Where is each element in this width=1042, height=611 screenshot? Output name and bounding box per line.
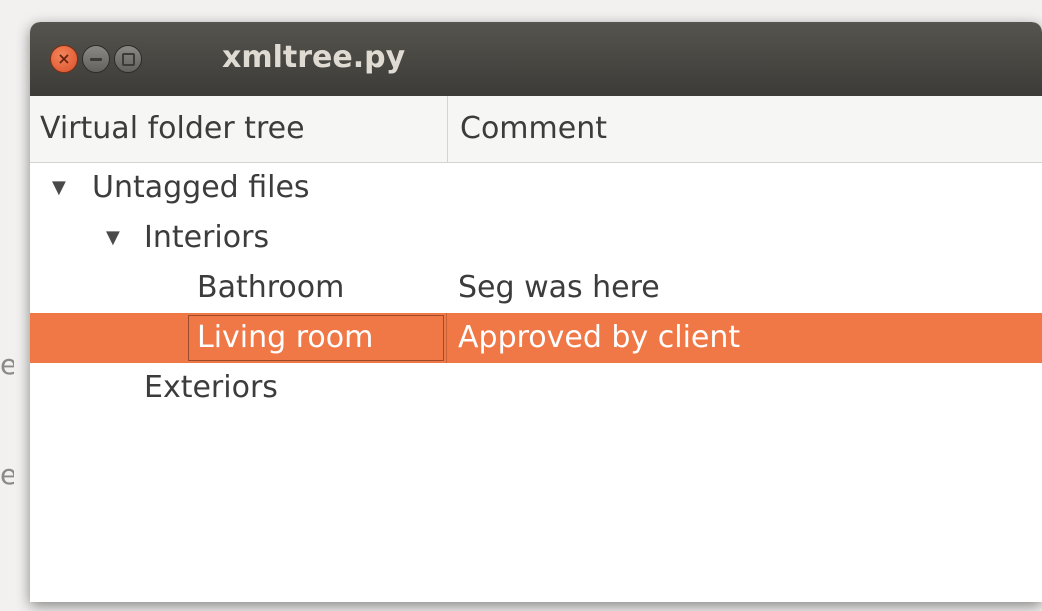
maximize-icon xyxy=(121,52,135,66)
tree-row-comment[interactable]: Approved by client xyxy=(458,313,740,363)
column-header-tree[interactable]: Virtual folder tree xyxy=(30,96,448,162)
maximize-button[interactable] xyxy=(114,45,142,73)
column-header-comment[interactable]: Comment xyxy=(448,96,1042,162)
close-icon: × xyxy=(57,49,71,68)
column-divider xyxy=(446,313,447,363)
app-window: × xmltree.py Virtual folder tree Comment… xyxy=(30,22,1042,602)
minimize-icon xyxy=(90,57,102,61)
tree-row-label: Exteriors xyxy=(144,370,278,405)
expander-down-icon[interactable]: ▼ xyxy=(106,213,120,263)
close-button[interactable]: × xyxy=(50,45,78,73)
expander-down-icon[interactable]: ▼ xyxy=(52,163,66,213)
tree-row-interiors[interactable]: ▼ Interiors xyxy=(30,213,1042,263)
window-title: xmltree.py xyxy=(222,40,406,75)
minimize-button[interactable] xyxy=(82,45,110,73)
folder-tree-view[interactable]: ▼ Untagged files ▼ Interiors Bathroom Se… xyxy=(30,163,1042,602)
column-header-bar: Virtual folder tree Comment xyxy=(30,96,1042,163)
tree-row-untagged-files[interactable]: ▼ Untagged files xyxy=(30,163,1042,213)
background-window-fragment: e xyxy=(0,348,14,381)
tree-row-label: Bathroom xyxy=(197,270,345,305)
tree-row-comment[interactable]: Seg was here xyxy=(458,263,660,313)
tree-row-label: Living room xyxy=(197,320,374,355)
tree-row-living-room[interactable]: Living room Approved by client xyxy=(30,313,1042,363)
tree-row-exteriors[interactable]: Exteriors xyxy=(30,363,1042,413)
tree-row-label: Untagged files xyxy=(92,170,310,205)
title-bar[interactable]: × xmltree.py xyxy=(30,22,1042,96)
tree-row-label: Interiors xyxy=(144,220,270,255)
background-window-fragment: e xyxy=(0,458,14,491)
tree-row-bathroom[interactable]: Bathroom Seg was here xyxy=(30,263,1042,313)
